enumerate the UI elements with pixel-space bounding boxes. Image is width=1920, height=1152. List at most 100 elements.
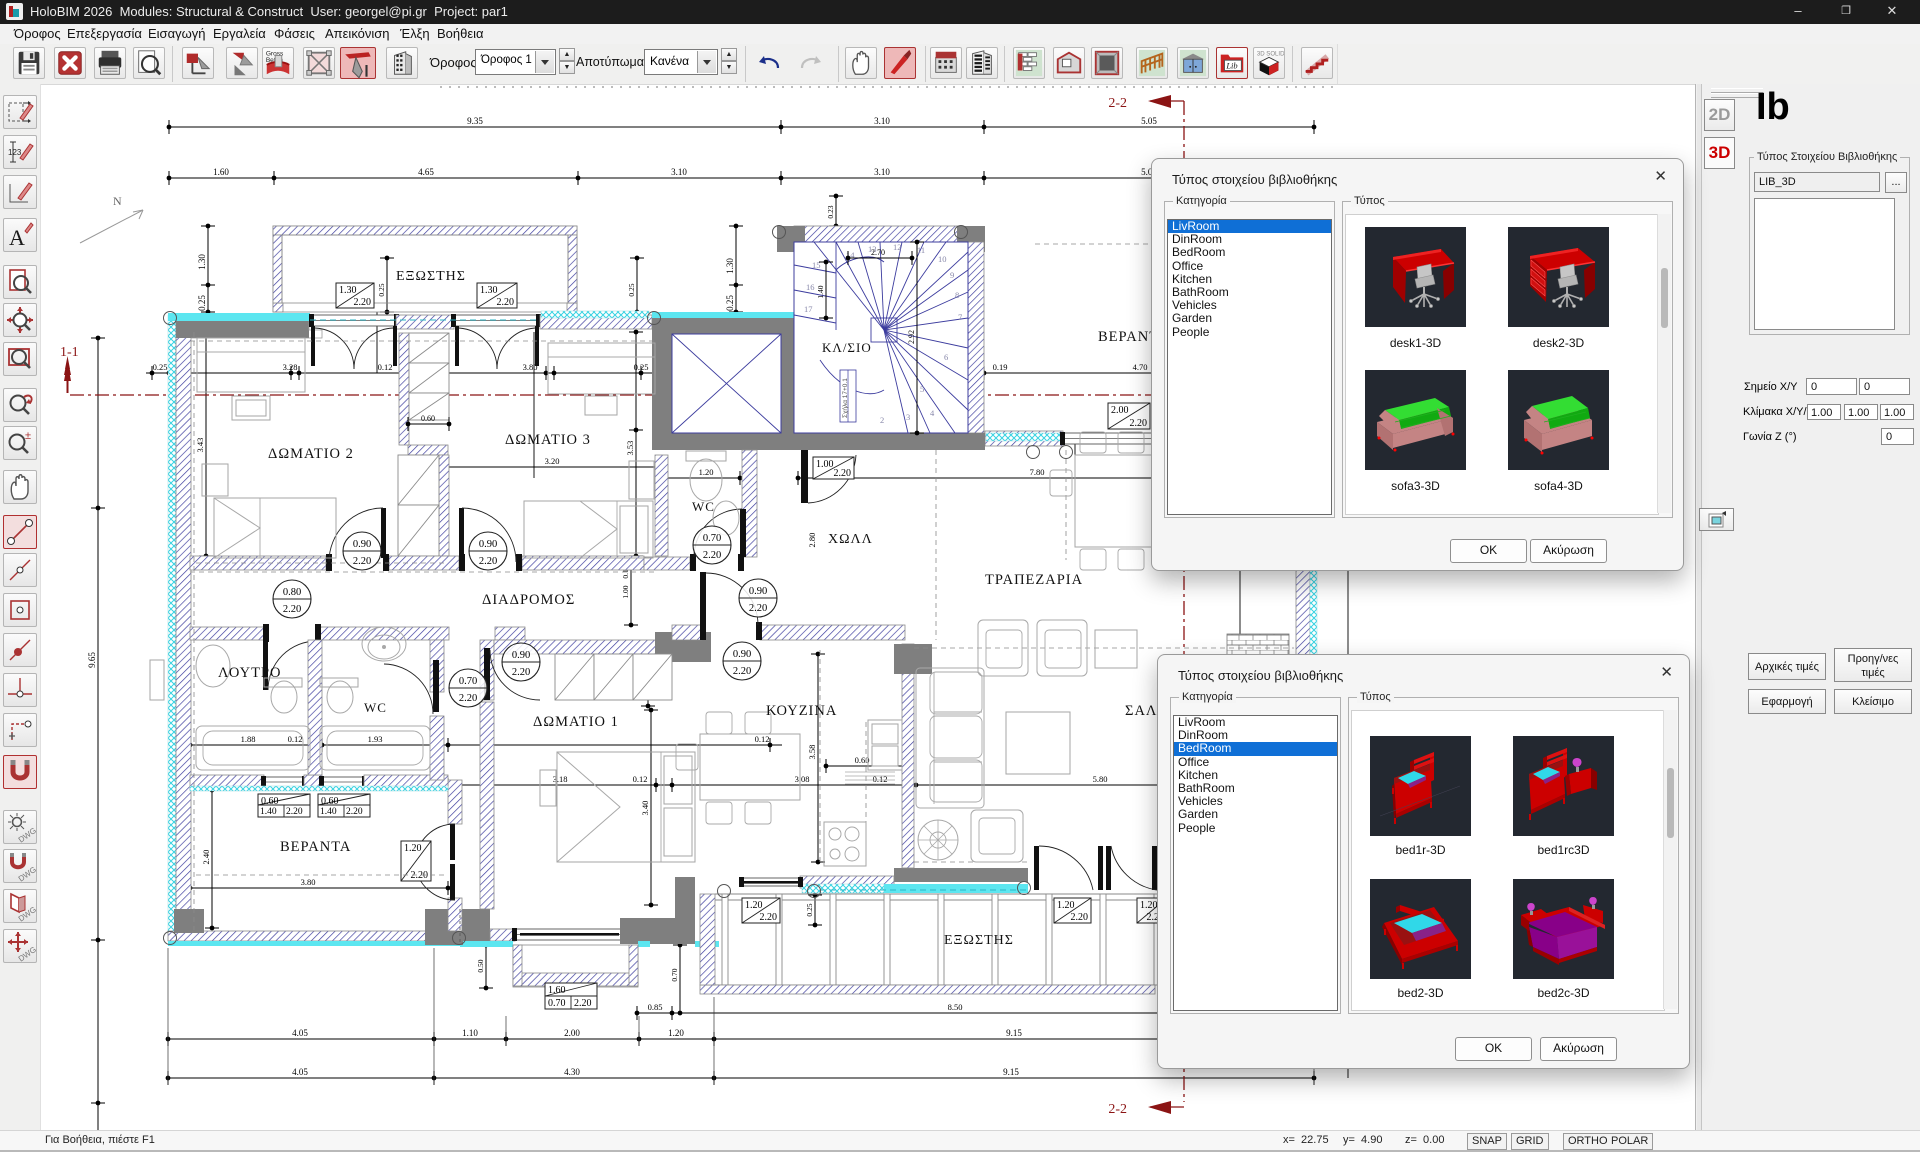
svg-text:2.20: 2.20 (574, 998, 592, 1009)
svg-text:0.12: 0.12 (755, 734, 770, 744)
svg-text:2.20: 2.20 (283, 604, 301, 615)
svg-text:1.30: 1.30 (725, 258, 735, 274)
svg-text:ΛΟΥΤΡΟ: ΛΟΥΤΡΟ (218, 665, 282, 681)
svg-text:2.00: 2.00 (1111, 405, 1129, 416)
svg-text:1.20: 1.20 (1057, 900, 1075, 911)
svg-text:2: 2 (880, 415, 884, 425)
svg-text:0.25: 0.25 (377, 283, 386, 296)
svg-text:ΔΩΜΑΤΙΟ 3: ΔΩΜΑΤΙΟ 3 (505, 432, 591, 448)
svg-text:0.23: 0.23 (826, 205, 835, 218)
svg-text:12: 12 (893, 242, 902, 252)
svg-text:0.70: 0.70 (670, 968, 679, 981)
svg-text:2.20: 2.20 (346, 807, 363, 817)
svg-text:1.20: 1.20 (404, 843, 422, 854)
svg-text:1.30: 1.30 (480, 285, 498, 296)
svg-text:3.18: 3.18 (553, 774, 568, 784)
svg-text:0.12: 0.12 (378, 362, 393, 372)
svg-text:2.20: 2.20 (479, 556, 497, 567)
svg-text:ΤΡΑΠΕΖΑΡΙΑ: ΤΡΑΠΕΖΑΡΙΑ (985, 572, 1083, 588)
svg-text:0.25: 0.25 (725, 295, 735, 311)
svg-text:WC: WC (364, 700, 387, 715)
svg-text:2-2: 2-2 (1108, 96, 1127, 111)
svg-text:17: 17 (804, 304, 813, 314)
svg-text:0.12: 0.12 (633, 774, 648, 784)
svg-text:2.80: 2.80 (807, 533, 817, 548)
svg-text:9.65: 9.65 (87, 652, 97, 668)
svg-text:3.10: 3.10 (874, 167, 890, 177)
svg-text:1.30: 1.30 (197, 254, 207, 270)
svg-text:2-2: 2-2 (1108, 1102, 1127, 1117)
svg-text:ΔΩΜΑΤΙΟ 2: ΔΩΜΑΤΙΟ 2 (268, 446, 354, 462)
svg-text:0.25: 0.25 (153, 362, 168, 372)
svg-text:11: 11 (917, 245, 925, 255)
svg-text:9.15: 9.15 (1006, 1028, 1022, 1038)
svg-text:2.20: 2.20 (703, 550, 721, 561)
svg-text:8: 8 (955, 290, 959, 300)
svg-text:±: ± (25, 430, 31, 442)
svg-text:2.20: 2.20 (1071, 912, 1089, 923)
svg-text:Σχήλα 17+0.1: Σχήλα 17+0.1 (842, 378, 849, 418)
svg-text:2.20: 2.20 (354, 297, 372, 308)
svg-text:1.20: 1.20 (1140, 900, 1158, 911)
svg-text:5.05: 5.05 (1141, 116, 1157, 126)
svg-text:1.40: 1.40 (320, 807, 337, 817)
svg-text:1.60: 1.60 (548, 985, 566, 996)
svg-text:3.40: 3.40 (640, 801, 650, 816)
svg-text:2.20: 2.20 (411, 870, 429, 881)
svg-text:4.05: 4.05 (292, 1067, 308, 1077)
svg-text:0.70: 0.70 (459, 676, 477, 687)
svg-text:10: 10 (938, 254, 947, 264)
svg-text:123: 123 (8, 148, 22, 157)
svg-text:0.80: 0.80 (283, 587, 301, 598)
svg-text:4.70: 4.70 (1133, 362, 1148, 372)
svg-text:DWG: DWG (17, 945, 36, 962)
svg-text:0.12: 0.12 (873, 774, 888, 784)
svg-text:0.50: 0.50 (476, 959, 485, 972)
svg-text:ΚΛ/ΣΙΟ: ΚΛ/ΣΙΟ (822, 340, 872, 355)
svg-text:ΕΞΩΣΤΗΣ: ΕΞΩΣΤΗΣ (396, 269, 466, 284)
svg-text:3.58: 3.58 (807, 745, 817, 760)
svg-text:2.00: 2.00 (564, 1028, 580, 1038)
svg-text:1.20: 1.20 (699, 467, 714, 477)
svg-text:3.10: 3.10 (874, 116, 890, 126)
svg-text:5: 5 (920, 384, 924, 394)
svg-text:2.20: 2.20 (353, 556, 371, 567)
svg-text:0.19: 0.19 (993, 362, 1008, 372)
svg-text:6: 6 (944, 352, 948, 362)
svg-text:4.30: 4.30 (564, 1067, 580, 1077)
svg-text:2.70: 2.70 (871, 248, 885, 257)
svg-text:3.43: 3.43 (195, 438, 205, 453)
svg-text:2.20: 2.20 (286, 807, 303, 817)
svg-text:2.20: 2.20 (749, 603, 767, 614)
svg-text:16: 16 (806, 282, 815, 292)
svg-text:ΚΟΥΖΙΝΑ: ΚΟΥΖΙΝΑ (766, 703, 837, 719)
svg-text:0.25: 0.25 (805, 903, 814, 916)
svg-text:0.90: 0.90 (479, 539, 497, 550)
svg-text:9.15: 9.15 (1003, 1067, 1019, 1077)
svg-text:1.10: 1.10 (462, 1028, 478, 1038)
svg-text:0.12: 0.12 (288, 734, 303, 744)
svg-text:3.20: 3.20 (545, 456, 560, 466)
svg-text:3.10: 3.10 (671, 167, 687, 177)
svg-text:4.05: 4.05 (292, 1028, 308, 1038)
svg-text:0.90: 0.90 (353, 539, 371, 550)
svg-text:1-1: 1-1 (60, 345, 79, 360)
svg-text:N: N (113, 194, 122, 208)
svg-text:ΔΩΜΑΤΙΟ 1: ΔΩΜΑΤΙΟ 1 (533, 714, 619, 730)
svg-text:0.60: 0.60 (855, 755, 870, 765)
svg-text:2.20: 2.20 (733, 666, 751, 677)
svg-text:8.50: 8.50 (948, 1002, 963, 1012)
svg-text:WC: WC (692, 499, 715, 514)
svg-text:1.20: 1.20 (745, 900, 763, 911)
svg-text:0.90: 0.90 (733, 649, 751, 660)
svg-text:1.60: 1.60 (213, 167, 229, 177)
svg-text:2.40: 2.40 (201, 850, 211, 865)
svg-text:A: A (9, 225, 25, 250)
svg-text:3D SOLID: 3D SOLID (1257, 51, 1284, 58)
svg-text:1.88: 1.88 (241, 734, 256, 744)
svg-text:0.70: 0.70 (703, 533, 721, 544)
svg-text:9.35: 9.35 (467, 116, 483, 126)
svg-text:2.20: 2.20 (497, 297, 515, 308)
svg-text:0.90: 0.90 (512, 650, 530, 661)
svg-text:1.93: 1.93 (368, 734, 383, 744)
